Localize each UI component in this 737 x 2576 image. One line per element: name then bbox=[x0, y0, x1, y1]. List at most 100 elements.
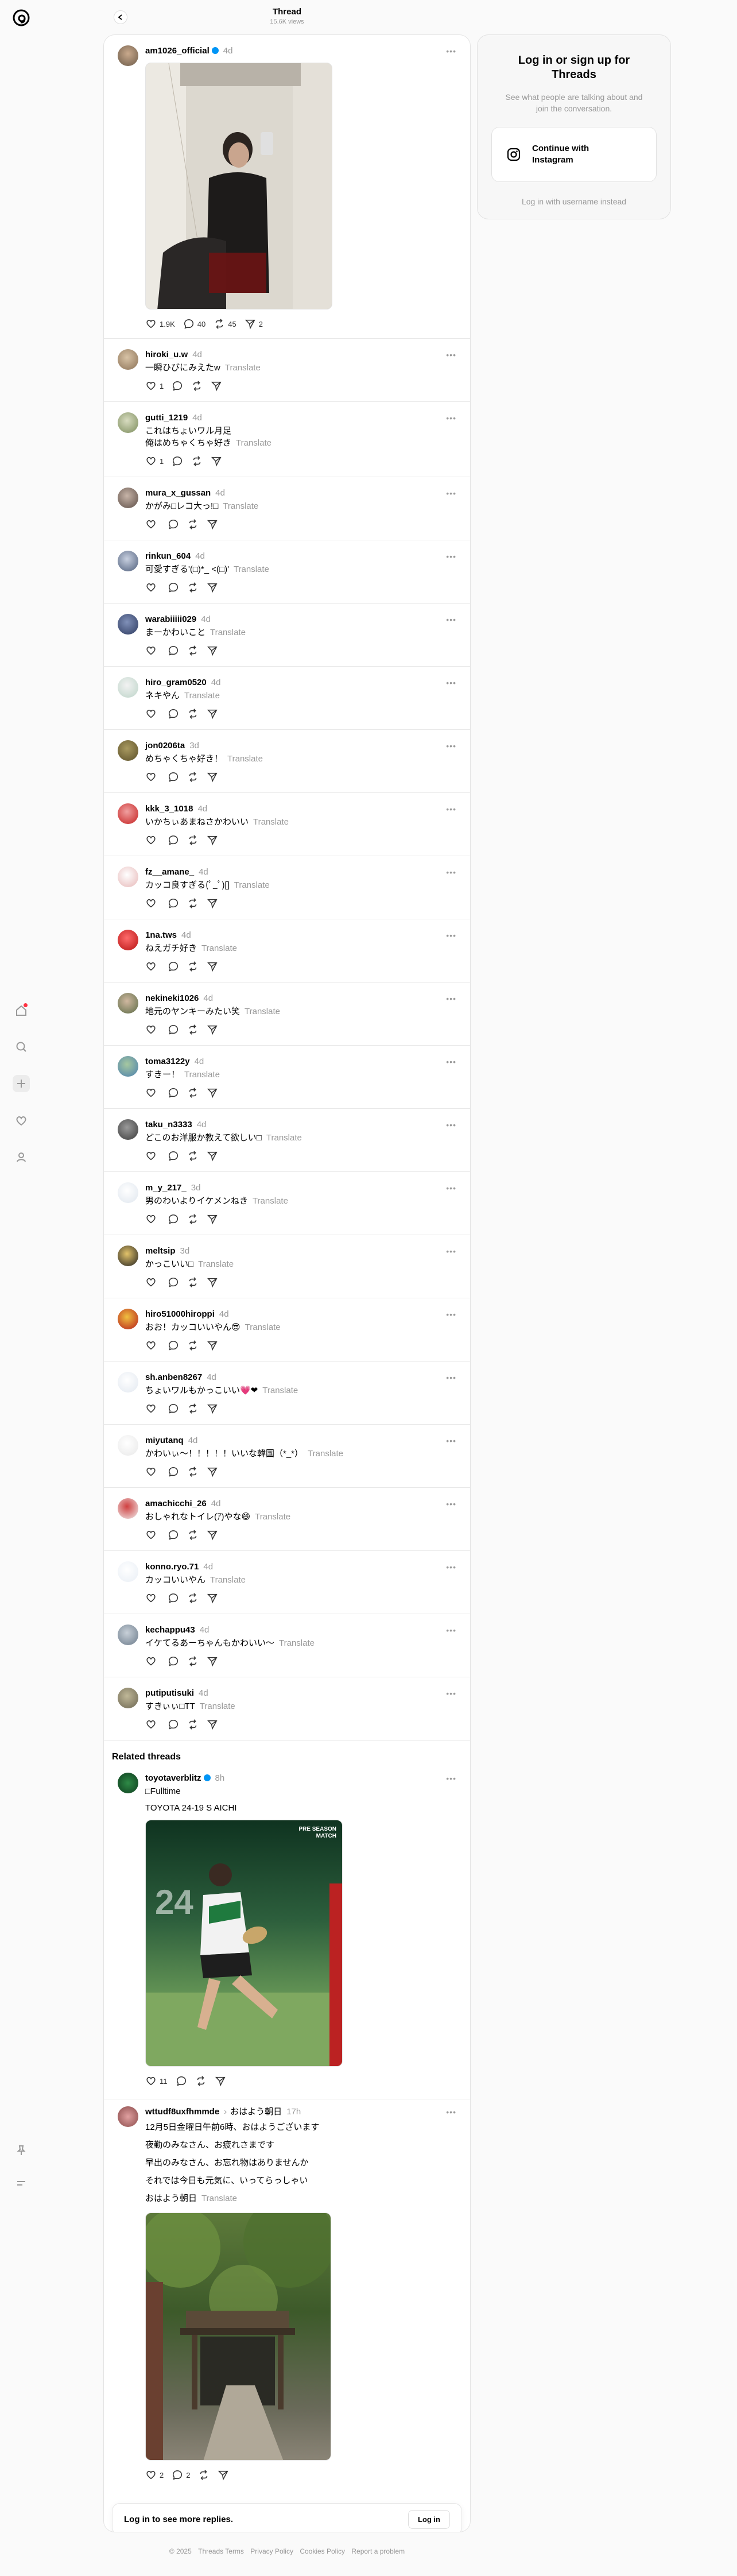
login-username-link[interactable]: Log in with username instead bbox=[478, 197, 670, 206]
more-options-icon[interactable]: ••• bbox=[446, 678, 456, 687]
like-button[interactable]: 1 bbox=[145, 380, 164, 392]
post-time[interactable]: 4d bbox=[192, 350, 202, 359]
repost-button[interactable] bbox=[187, 898, 199, 909]
avatar[interactable] bbox=[118, 551, 138, 571]
translate-link[interactable]: Translate bbox=[184, 1070, 220, 1080]
reply-button[interactable] bbox=[172, 380, 183, 392]
reply-button[interactable] bbox=[168, 1213, 179, 1225]
like-button[interactable] bbox=[145, 1087, 160, 1099]
post-subtitle[interactable]: おはよう朝日 bbox=[230, 2107, 282, 2117]
username[interactable]: m_y_217_ bbox=[145, 1183, 187, 1193]
share-button[interactable] bbox=[207, 1403, 218, 1414]
avatar[interactable] bbox=[118, 1056, 138, 1077]
more-options-icon[interactable]: ••• bbox=[446, 868, 456, 877]
like-button[interactable] bbox=[145, 708, 160, 720]
post-image[interactable] bbox=[145, 2213, 331, 2461]
share-button[interactable] bbox=[207, 1277, 218, 1288]
post-time[interactable]: 4d bbox=[203, 1562, 213, 1572]
username[interactable]: konno.ryo.71 bbox=[145, 1562, 199, 1572]
reply-button[interactable]: 2 bbox=[172, 2469, 190, 2481]
post-time[interactable]: 4d bbox=[211, 678, 221, 687]
username[interactable]: am1026_official bbox=[145, 46, 210, 56]
like-button[interactable] bbox=[145, 1592, 160, 1604]
more-options-icon[interactable]: ••• bbox=[446, 1120, 456, 1130]
translate-link[interactable]: Translate bbox=[227, 754, 263, 764]
like-button[interactable] bbox=[145, 1024, 160, 1035]
username[interactable]: jon0206ta bbox=[145, 741, 185, 751]
translate-link[interactable]: Translate bbox=[225, 363, 261, 373]
post-time[interactable]: 4d bbox=[195, 551, 205, 561]
like-button[interactable] bbox=[145, 1466, 160, 1477]
post-time[interactable]: 4d bbox=[195, 1057, 204, 1066]
translate-link[interactable]: Translate bbox=[253, 817, 289, 827]
share-button[interactable] bbox=[207, 1529, 218, 1541]
repost-button[interactable] bbox=[187, 582, 199, 593]
post-time[interactable]: 17h bbox=[286, 2107, 301, 2117]
post-time[interactable]: 4d bbox=[201, 614, 211, 624]
translate-link[interactable]: Translate bbox=[245, 1322, 281, 1332]
repost-button[interactable] bbox=[187, 1592, 199, 1604]
more-options-icon[interactable]: ••• bbox=[446, 1183, 456, 1193]
footer-terms-link[interactable]: Threads Terms bbox=[198, 2547, 244, 2555]
more-options-icon[interactable]: ••• bbox=[446, 741, 456, 751]
more-options-icon[interactable]: ••• bbox=[446, 489, 456, 498]
like-button[interactable] bbox=[145, 1656, 160, 1667]
avatar[interactable] bbox=[118, 1309, 138, 1329]
repost-button[interactable] bbox=[187, 645, 199, 656]
like-button[interactable] bbox=[145, 1277, 160, 1288]
avatar[interactable] bbox=[118, 45, 138, 66]
username[interactable]: warabiiiii029 bbox=[145, 614, 196, 624]
translate-link[interactable]: Translate bbox=[266, 1133, 302, 1143]
more-options-icon[interactable]: ••• bbox=[446, 1774, 456, 1783]
username[interactable]: meltsip bbox=[145, 1246, 176, 1256]
more-options-icon[interactable]: ••• bbox=[446, 47, 456, 56]
like-button[interactable] bbox=[145, 1719, 160, 1730]
share-button[interactable] bbox=[211, 455, 222, 467]
repost-button[interactable] bbox=[198, 2469, 210, 2481]
username[interactable]: kkk_3_1018 bbox=[145, 804, 193, 814]
more-options-icon[interactable]: ••• bbox=[446, 1310, 456, 1319]
avatar[interactable] bbox=[118, 349, 138, 370]
share-button[interactable] bbox=[207, 645, 218, 656]
avatar[interactable] bbox=[118, 614, 138, 635]
repost-button[interactable] bbox=[187, 1340, 199, 1351]
username[interactable]: toyotaverblitz bbox=[145, 1773, 201, 1783]
username[interactable]: fz__amane_ bbox=[145, 867, 194, 877]
avatar[interactable] bbox=[118, 677, 138, 698]
username[interactable]: miyutanq bbox=[145, 1436, 184, 1445]
more-options-icon[interactable]: ••• bbox=[446, 804, 456, 814]
username[interactable]: 1na.tws bbox=[145, 930, 177, 940]
share-button[interactable] bbox=[207, 898, 218, 909]
translate-link[interactable]: Translate bbox=[245, 1007, 280, 1016]
username[interactable]: taku_n3333 bbox=[145, 1120, 192, 1130]
share-button[interactable] bbox=[218, 2469, 229, 2481]
repost-button[interactable] bbox=[187, 961, 199, 972]
translate-link[interactable]: Translate bbox=[234, 880, 270, 890]
username[interactable]: rinkun_604 bbox=[145, 551, 191, 561]
reply-button[interactable]: 40 bbox=[183, 318, 205, 330]
share-button[interactable] bbox=[207, 771, 218, 783]
reply-button[interactable] bbox=[168, 645, 179, 656]
more-options-icon[interactable]: ••• bbox=[446, 2107, 456, 2117]
username[interactable]: gutti_1219 bbox=[145, 413, 188, 423]
repost-button[interactable] bbox=[187, 771, 199, 783]
post-time[interactable]: 3d bbox=[191, 1183, 201, 1193]
avatar[interactable] bbox=[118, 1119, 138, 1140]
threads-logo-icon[interactable] bbox=[11, 8, 31, 28]
share-button[interactable] bbox=[215, 2075, 226, 2087]
post-time[interactable]: 4d bbox=[181, 930, 191, 940]
username[interactable]: amachicchi_26 bbox=[145, 1499, 207, 1509]
footer-report-link[interactable]: Report a problem bbox=[351, 2547, 405, 2555]
like-button[interactable]: 1.9K bbox=[145, 318, 175, 330]
more-options-icon[interactable]: ••• bbox=[446, 1499, 456, 1509]
repost-button[interactable] bbox=[191, 455, 203, 467]
repost-button[interactable] bbox=[187, 1656, 199, 1667]
like-button[interactable] bbox=[145, 519, 160, 530]
post-time[interactable]: 3d bbox=[189, 741, 199, 751]
translate-link[interactable]: Translate bbox=[262, 1386, 298, 1395]
translate-link[interactable]: Translate bbox=[200, 1701, 235, 1711]
more-options-icon[interactable]: ••• bbox=[446, 413, 456, 423]
menu-icon[interactable] bbox=[13, 2175, 30, 2192]
repost-button[interactable] bbox=[187, 834, 199, 846]
repost-button[interactable] bbox=[187, 1024, 199, 1035]
